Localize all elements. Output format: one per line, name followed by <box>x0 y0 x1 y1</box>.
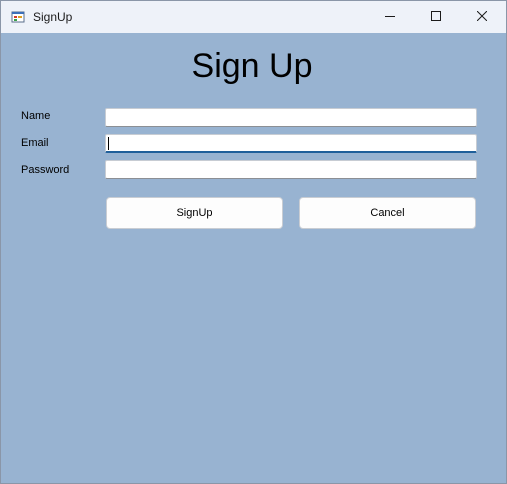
maximize-icon <box>431 8 441 26</box>
close-button[interactable] <box>459 1 505 33</box>
password-label: Password <box>21 164 70 176</box>
minimize-icon <box>385 8 395 26</box>
text-caret <box>108 137 109 150</box>
window-title: SignUp <box>33 10 73 24</box>
email-label: Email <box>21 137 49 149</box>
form-client-area: Sign Up Name Email Password SignUp Cance… <box>1 33 506 483</box>
name-label: Name <box>21 110 51 122</box>
cancel-button[interactable]: Cancel <box>299 197 476 229</box>
signup-button[interactable]: SignUp <box>106 197 283 229</box>
email-field[interactable] <box>105 134 477 153</box>
password-field[interactable] <box>105 160 477 179</box>
name-field[interactable] <box>105 108 477 127</box>
maximize-button[interactable] <box>413 1 459 33</box>
minimize-button[interactable] <box>367 1 413 33</box>
page-title: Sign Up <box>191 47 313 85</box>
app-form-icon <box>11 10 25 24</box>
close-icon <box>476 8 488 26</box>
title-bar[interactable]: SignUp <box>1 1 506 33</box>
signup-window: SignUp Sign Up Name Email Password SignU… <box>0 0 507 484</box>
